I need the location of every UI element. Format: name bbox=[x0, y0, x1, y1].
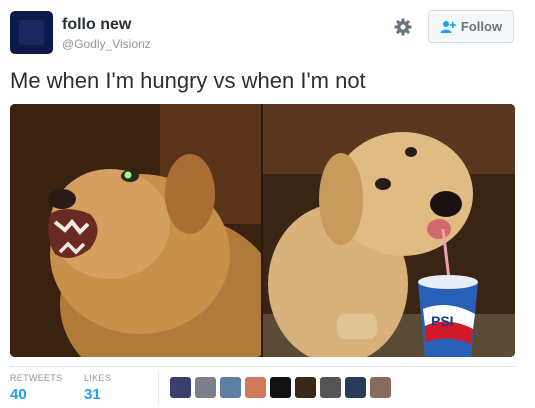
liker-avatar[interactable] bbox=[270, 377, 291, 398]
retweets-count: 40 bbox=[10, 386, 27, 403]
liker-avatars bbox=[170, 377, 391, 398]
user-handle[interactable]: @Godly_Visionz bbox=[62, 37, 151, 51]
likes-count: 31 bbox=[84, 386, 101, 403]
retweets-stat[interactable]: RETWEETS 40 bbox=[10, 373, 62, 403]
tweet-text: Me when I'm hungry vs when I'm not bbox=[10, 68, 366, 93]
svg-text:PSI: PSI bbox=[431, 313, 454, 329]
tweet-stats: RETWEETS 40 LIKES 31 bbox=[10, 366, 515, 406]
liker-avatar[interactable] bbox=[170, 377, 191, 398]
avatar[interactable] bbox=[10, 11, 53, 54]
display-name[interactable]: follo new bbox=[62, 16, 131, 34]
liker-avatar[interactable] bbox=[370, 377, 391, 398]
liker-avatar[interactable] bbox=[220, 377, 241, 398]
liker-avatar[interactable] bbox=[320, 377, 341, 398]
tweet-header: follo new @Godly_Visionz Follow bbox=[10, 10, 525, 56]
gear-icon[interactable] bbox=[393, 17, 413, 37]
liker-avatar[interactable] bbox=[245, 377, 266, 398]
tweet-media[interactable]: PSI bbox=[10, 104, 515, 357]
retweets-label: RETWEETS bbox=[10, 373, 63, 383]
liker-avatar[interactable] bbox=[195, 377, 216, 398]
liker-avatar[interactable] bbox=[345, 377, 366, 398]
photo-calm-dog[interactable]: PSI bbox=[263, 104, 515, 357]
follow-button[interactable]: Follow bbox=[428, 10, 514, 43]
photo-hungry-dog[interactable] bbox=[10, 104, 280, 357]
follow-label: Follow bbox=[460, 19, 503, 34]
likes-label: LIKES bbox=[84, 373, 112, 383]
add-user-icon bbox=[440, 20, 456, 34]
stats-divider bbox=[158, 371, 159, 405]
likes-stat[interactable]: LIKES 31 bbox=[84, 373, 111, 403]
liker-avatar[interactable] bbox=[295, 377, 316, 398]
